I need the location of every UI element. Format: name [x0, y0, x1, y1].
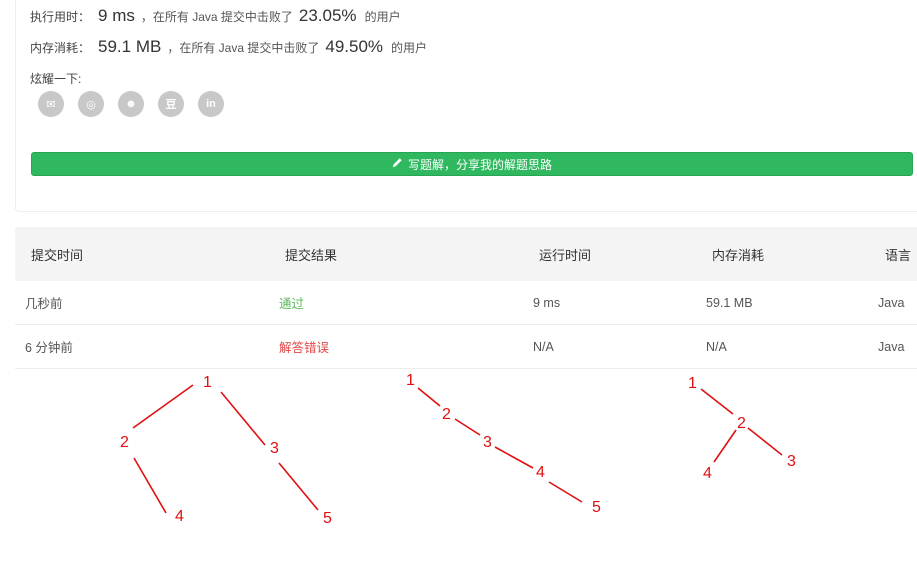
- write-solution-label: 写题解，分享我的解题思路: [407, 157, 552, 172]
- tree-edge: [417, 387, 441, 407]
- memory-value: 59.1 MB: [98, 37, 162, 56]
- tree-node: 3: [483, 434, 492, 451]
- row-time: 几秒前: [25, 297, 63, 311]
- memory-percent: 49.50%: [325, 37, 384, 56]
- wechat-icon[interactable]: ✉: [38, 91, 64, 117]
- tree-edge: [747, 427, 783, 456]
- tree-edge: [494, 446, 534, 469]
- tree-1: 1 2 3 4 5: [120, 374, 332, 527]
- tree-2: 1 2 3 4 5: [406, 372, 601, 516]
- tree-node: 1: [688, 375, 697, 392]
- row-time: 6 分钟前: [25, 341, 73, 355]
- tree-3: 1 2 3 4: [688, 375, 796, 482]
- tree-node: 5: [592, 499, 601, 516]
- table-header: 提交时间 提交结果 运行时间 内存消耗 语言: [15, 227, 917, 281]
- memory-label: 内存消耗：: [30, 41, 91, 55]
- runtime-label: 执行用时：: [30, 10, 91, 24]
- runtime-stat: 执行用时： 9 ms ，在所有 Java 提交中击败了 23.05% 的用户: [30, 6, 401, 26]
- runtime-tail: 的用户: [364, 10, 401, 24]
- tree-edge: [548, 481, 583, 503]
- tree-node: 5: [323, 510, 332, 527]
- header-memory[interactable]: 内存消耗: [712, 227, 764, 281]
- linkedin-icon[interactable]: in: [198, 91, 224, 117]
- tree-edge: [700, 388, 734, 415]
- row-language: Java: [878, 295, 905, 310]
- table-row[interactable]: 6 分钟前 解答错误 N/A N/A Java: [15, 325, 917, 369]
- tree-edge: [713, 429, 737, 463]
- tree-node: 2: [737, 415, 746, 432]
- tree-node: 3: [270, 440, 279, 457]
- memory-stat: 内存消耗： 59.1 MB ，在所有 Java 提交中击败了 49.50% 的用…: [30, 37, 427, 57]
- tree-edge: [133, 457, 167, 514]
- tree-node: 2: [442, 406, 451, 423]
- row-language: Java: [878, 339, 905, 354]
- header-runtime[interactable]: 运行时间: [539, 227, 591, 281]
- qq-icon[interactable]: ☻: [118, 91, 144, 117]
- douban-icon[interactable]: 豆: [158, 91, 184, 117]
- row-runtime: 9 ms: [533, 295, 561, 310]
- row-result[interactable]: 解答错误: [279, 325, 329, 368]
- row-runtime: N/A: [533, 339, 554, 354]
- header-submit-time[interactable]: 提交时间: [31, 227, 83, 281]
- runtime-value: 9 ms: [98, 6, 135, 25]
- tree-edge: [454, 418, 481, 436]
- submission-table: 提交时间 提交结果 运行时间 内存消耗 语言 几秒前 通过 9 ms 59.1 …: [15, 227, 917, 369]
- row-memory: N/A: [706, 339, 727, 354]
- memory-beat-text: ，在所有 Java 提交中击败了: [167, 41, 320, 55]
- tree-node: 3: [787, 453, 796, 470]
- tree-edge: [278, 462, 319, 511]
- tree-edge: [220, 391, 266, 446]
- tree-node: 1: [203, 374, 212, 391]
- header-language[interactable]: 语言: [885, 227, 911, 281]
- share-label: 炫耀一下:: [30, 72, 82, 86]
- runtime-beat-text: ，在所有 Java 提交中击败了: [140, 10, 293, 24]
- tree-node: 4: [175, 508, 184, 525]
- memory-tail: 的用户: [391, 41, 428, 55]
- tree-edge: [132, 384, 194, 429]
- row-result[interactable]: 通过: [279, 281, 304, 324]
- tree-node: 1: [406, 372, 415, 389]
- tree-node: 4: [703, 465, 712, 482]
- pencil-icon: [392, 157, 403, 171]
- runtime-percent: 23.05%: [298, 6, 357, 25]
- weibo-icon[interactable]: ◎: [78, 91, 104, 117]
- share-icons: ✉ ◎ ☻ 豆 in: [38, 91, 224, 117]
- header-result[interactable]: 提交结果: [285, 227, 337, 281]
- tree-node: 2: [120, 434, 129, 451]
- table-row[interactable]: 几秒前 通过 9 ms 59.1 MB Java: [15, 281, 917, 325]
- tree-node: 4: [536, 464, 545, 481]
- row-memory: 59.1 MB: [706, 295, 753, 310]
- write-solution-button[interactable]: 写题解，分享我的解题思路: [31, 152, 913, 176]
